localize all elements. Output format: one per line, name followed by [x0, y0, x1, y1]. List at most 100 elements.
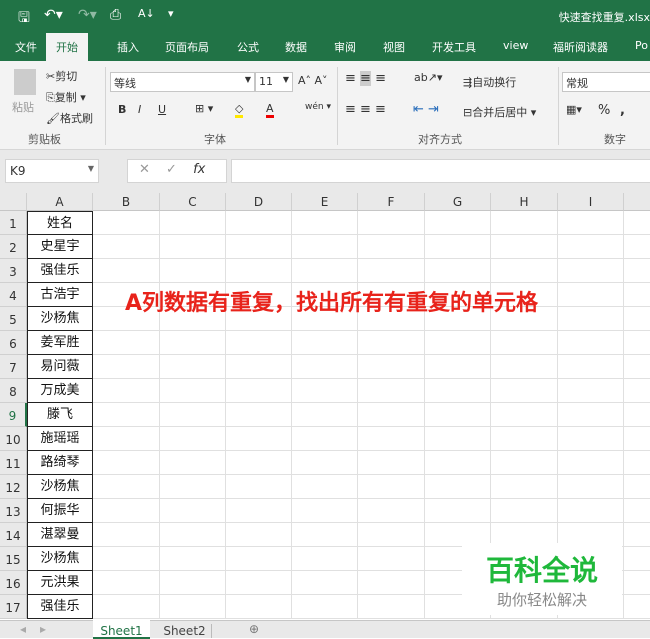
merge-center-button[interactable]: ⊟合并后居中 ▾	[463, 104, 536, 120]
cell[interactable]	[558, 403, 624, 427]
cell[interactable]	[491, 355, 558, 379]
cell[interactable]	[558, 211, 624, 235]
cell[interactable]	[160, 427, 226, 451]
format-painter-button[interactable]: 🖌格式刷	[46, 110, 93, 126]
cell[interactable]	[358, 331, 425, 355]
cell[interactable]	[93, 355, 160, 379]
cell-a[interactable]: 湛翠曼	[27, 523, 93, 547]
cell[interactable]	[292, 475, 358, 499]
cell[interactable]	[160, 331, 226, 355]
cell[interactable]	[358, 259, 425, 283]
row-header[interactable]: 17	[0, 595, 27, 619]
cell-a[interactable]: 强佳乐	[27, 595, 93, 619]
cell[interactable]	[226, 355, 292, 379]
column-header[interactable]: D	[226, 193, 292, 211]
cell-a[interactable]: 滕飞	[27, 403, 93, 427]
scroll-right-icon[interactable]: ▸	[40, 622, 46, 636]
cell[interactable]	[491, 499, 558, 523]
column-header[interactable]: B	[93, 193, 160, 211]
cell-a[interactable]: 路绮琴	[27, 451, 93, 475]
cell[interactable]	[358, 403, 425, 427]
cell-a[interactable]: 沙杨焦	[27, 475, 93, 499]
cell[interactable]	[425, 379, 491, 403]
cell[interactable]	[358, 547, 425, 571]
row-header[interactable]: 3	[0, 259, 27, 283]
cancel-icon[interactable]: ✕	[139, 162, 150, 177]
cell[interactable]	[491, 331, 558, 355]
cell[interactable]	[624, 475, 650, 499]
tab-home[interactable]: 开始	[46, 33, 88, 61]
tab-foxit[interactable]: 福昕阅读器	[553, 39, 608, 55]
cell[interactable]	[292, 499, 358, 523]
cell[interactable]	[624, 427, 650, 451]
cell[interactable]	[358, 379, 425, 403]
fill-color-icon[interactable]: ◇	[235, 102, 244, 118]
cell[interactable]	[160, 523, 226, 547]
cell[interactable]	[624, 451, 650, 475]
underline-button[interactable]: U	[158, 103, 166, 116]
cell[interactable]	[624, 235, 650, 259]
cell[interactable]	[93, 595, 160, 619]
cell-a[interactable]: 姜军胜	[27, 331, 93, 355]
cell[interactable]	[425, 259, 491, 283]
cell[interactable]	[226, 331, 292, 355]
cell[interactable]	[425, 451, 491, 475]
bold-button[interactable]: B	[118, 103, 126, 116]
cell-a[interactable]: 万成美	[27, 379, 93, 403]
indent-icon[interactable]: ⇤ ⇥	[413, 102, 439, 117]
column-header[interactable]: C	[160, 193, 226, 211]
sheet-tab-sheet2[interactable]: Sheet2	[158, 624, 212, 638]
align-left-icon[interactable]: ≡ ≡ ≡	[345, 102, 386, 117]
cell[interactable]	[358, 499, 425, 523]
cell[interactable]	[558, 451, 624, 475]
cell[interactable]	[93, 571, 160, 595]
cell[interactable]	[160, 547, 226, 571]
cell[interactable]	[93, 403, 160, 427]
cell[interactable]	[160, 259, 226, 283]
comma-button[interactable]: ,	[620, 103, 625, 118]
cell[interactable]	[160, 595, 226, 619]
tab-developer[interactable]: 开发工具	[432, 39, 476, 55]
cell[interactable]	[558, 331, 624, 355]
cell[interactable]	[624, 307, 650, 331]
cell[interactable]	[491, 475, 558, 499]
percent-button[interactable]: %	[598, 103, 610, 118]
tab-data[interactable]: 数据	[285, 39, 307, 55]
cell[interactable]	[226, 451, 292, 475]
cell[interactable]	[93, 475, 160, 499]
cell[interactable]	[226, 403, 292, 427]
column-header[interactable]: I	[558, 193, 624, 211]
tab-power[interactable]: Po	[635, 39, 648, 52]
cell[interactable]	[624, 259, 650, 283]
cell[interactable]	[226, 427, 292, 451]
cell[interactable]	[558, 427, 624, 451]
cell[interactable]	[292, 451, 358, 475]
cell[interactable]	[292, 355, 358, 379]
cell[interactable]	[624, 211, 650, 235]
wrap-text-button[interactable]: ⇶自动换行	[463, 74, 516, 90]
cell-a[interactable]: 沙杨焦	[27, 547, 93, 571]
cell[interactable]	[93, 547, 160, 571]
cell[interactable]	[292, 331, 358, 355]
cell[interactable]	[558, 307, 624, 331]
row-header[interactable]: 6	[0, 331, 27, 355]
redo-icon[interactable]: ↷▾	[78, 7, 97, 23]
align-top-icon[interactable]: ≡ ≡ ≡	[345, 71, 386, 86]
scroll-left-icon[interactable]: ◂	[20, 622, 26, 636]
cell-a[interactable]: 元洪果	[27, 571, 93, 595]
sort-icon[interactable]: A↓	[138, 7, 155, 20]
row-header[interactable]: 10	[0, 427, 27, 451]
cell[interactable]	[624, 379, 650, 403]
cell[interactable]	[425, 475, 491, 499]
font-size-select[interactable]: 11 ▼	[255, 72, 293, 92]
row-header[interactable]: 2	[0, 235, 27, 259]
phonetic-icon[interactable]: wén ▾	[305, 102, 331, 112]
cell-a[interactable]: 古浩宇	[27, 283, 93, 307]
cell[interactable]	[624, 547, 650, 571]
cell[interactable]	[624, 403, 650, 427]
row-header[interactable]: 14	[0, 523, 27, 547]
row-header[interactable]: 12	[0, 475, 27, 499]
currency-icon[interactable]: ▦▾	[566, 103, 582, 116]
cell[interactable]	[624, 355, 650, 379]
copy-button[interactable]: ⎘复制 ▾	[46, 89, 86, 105]
